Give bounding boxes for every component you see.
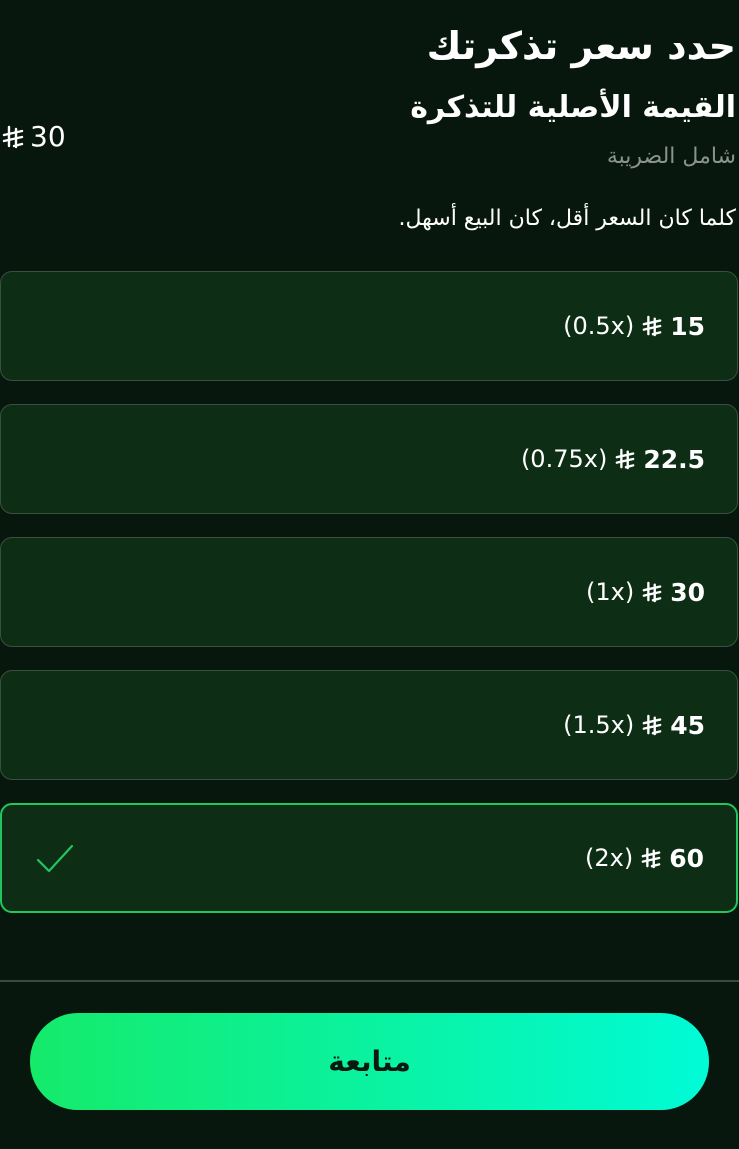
header: حدد سعر تذكرتك القيمة الأصلية للتذكرة شا… [0, 0, 739, 200]
price-option-1.5x[interactable]: (1.5x) 45 [0, 670, 738, 780]
price-option-1x[interactable]: (1x) 30 [0, 537, 738, 647]
original-value-amount: 30 [30, 120, 66, 153]
saudi-riyal-icon [642, 315, 662, 337]
price-option-2x[interactable]: (2x) 60 [0, 803, 738, 913]
price-option-0.5x[interactable]: (0.5x) 15 [0, 271, 738, 381]
tax-note: شامل الضريبة [606, 144, 736, 169]
option-label: (0.75x) 22.5 [521, 405, 705, 513]
price-hint: كلما كان السعر أقل، كان البيع أسهل. [398, 206, 736, 231]
ticket-price-screen: حدد سعر تذكرتك القيمة الأصلية للتذكرة شا… [0, 0, 739, 1149]
option-multiplier: (2x) [585, 844, 634, 872]
saudi-riyal-icon [615, 448, 635, 470]
option-label: (1.5x) 45 [563, 671, 705, 779]
option-multiplier: (0.5x) [563, 312, 635, 340]
original-value-label: القيمة الأصلية للتذكرة [410, 90, 736, 125]
option-label: (1x) 30 [586, 538, 705, 646]
option-multiplier: (1.5x) [563, 711, 635, 739]
saudi-riyal-icon [641, 847, 661, 869]
continue-button[interactable]: متابعة [30, 1013, 709, 1110]
saudi-riyal-icon [642, 581, 662, 603]
option-label: (2x) 60 [585, 805, 704, 911]
check-icon [36, 844, 74, 873]
option-price: 22.5 [643, 444, 705, 474]
saudi-riyal-icon [642, 714, 662, 736]
page-title: حدد سعر تذكرتك [426, 24, 736, 68]
option-price: 45 [670, 710, 705, 740]
footer-divider [0, 980, 739, 982]
original-value: 30 [2, 120, 66, 153]
option-label: (0.5x) 15 [563, 272, 705, 380]
price-option-0.75x[interactable]: (0.75x) 22.5 [0, 404, 738, 514]
option-multiplier: (0.75x) [520, 445, 608, 473]
option-price: 60 [669, 843, 704, 873]
option-price: 30 [670, 577, 705, 607]
saudi-riyal-icon [2, 125, 24, 148]
option-price: 15 [670, 311, 705, 341]
option-multiplier: (1x) [586, 578, 635, 606]
